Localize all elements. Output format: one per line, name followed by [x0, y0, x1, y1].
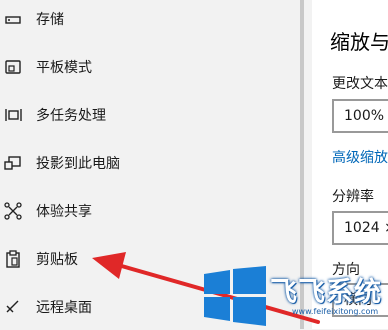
scale-dropdown[interactable]: 100% ( [332, 99, 388, 133]
shared-experiences-icon [4, 202, 22, 220]
clipboard-icon [6, 250, 20, 268]
page-title: 缩放与 [330, 30, 388, 54]
sidebar-item-label: 平板模式 [36, 60, 92, 76]
sidebar-item-storage[interactable]: 存储 [0, 0, 296, 42]
sidebar-item-label: 存储 [36, 12, 64, 28]
watermark-url: www.feifeixitong.com [292, 307, 379, 316]
sidebar-item-label: 体验共享 [36, 204, 92, 220]
resolution-label: 分辨率 [332, 189, 374, 205]
sidebar-item-label: 远程桌面 [36, 300, 92, 316]
tablet-mode-icon [5, 60, 21, 74]
sidebar-item-tablet-mode[interactable]: 平板模式 [0, 44, 296, 90]
sidebar-item-label: 投影到此电脑 [36, 156, 120, 172]
watermark-brand: 飞飞系统 [270, 277, 382, 308]
advanced-scaling-link[interactable]: 高级缩放 [332, 147, 388, 167]
resolution-dropdown[interactable]: 1024 × [332, 211, 388, 245]
windows-logo-watermark [204, 266, 266, 326]
remote-desktop-icon [6, 300, 19, 313]
sidebar-item-label: 剪贴板 [36, 252, 78, 268]
project-to-pc-icon [4, 156, 21, 170]
storage-icon [5, 16, 21, 24]
sidebar-item-label: 多任务处理 [36, 108, 106, 124]
sidebar-item-shared-experiences[interactable]: 体验共享 [0, 188, 296, 234]
sidebar-item-project-to-pc[interactable]: 投影到此电脑 [0, 140, 296, 186]
multitasking-icon [5, 109, 22, 121]
change-text-size-label: 更改文本 [332, 76, 388, 92]
sidebar-item-multitasking[interactable]: 多任务处理 [0, 92, 296, 138]
